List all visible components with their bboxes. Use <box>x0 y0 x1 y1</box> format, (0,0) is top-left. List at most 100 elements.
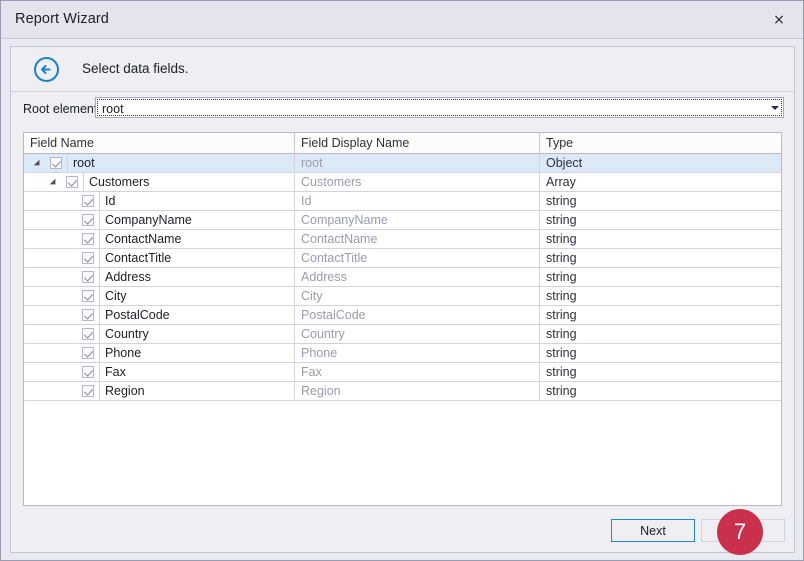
table-row[interactable]: Phone Phone string <box>24 344 781 363</box>
cell-field-type[interactable]: string <box>540 325 781 343</box>
grid-header-row: Field Name Field Display Name Type <box>24 133 781 154</box>
field-name-text: Country <box>105 327 149 341</box>
table-row[interactable]: CompanyName CompanyName string <box>24 211 781 230</box>
field-name-text: Fax <box>105 365 126 379</box>
report-wizard-dialog: Report Wizard × Select data fields. Root… <box>0 0 804 561</box>
close-icon[interactable]: × <box>761 5 797 35</box>
row-checkbox[interactable] <box>82 347 94 359</box>
field-name-text: City <box>105 289 127 303</box>
dialog-body: Select data fields. Root element: root F… <box>10 46 795 553</box>
column-header-type[interactable]: Type <box>540 133 781 153</box>
cell-field-type[interactable]: string <box>540 268 781 286</box>
root-element-combobox[interactable]: root <box>95 97 784 118</box>
table-row[interactable]: PostalCode PostalCode string <box>24 306 781 325</box>
cell-field-display-name[interactable]: root <box>295 154 539 172</box>
cell-field-display-name[interactable]: ContactTitle <box>295 249 539 267</box>
field-name-text: Region <box>105 384 145 398</box>
cell-field-type[interactable]: string <box>540 249 781 267</box>
field-name-text: root <box>73 156 95 170</box>
column-header-field-name[interactable]: Field Name <box>24 133 295 153</box>
row-checkbox[interactable] <box>82 385 94 397</box>
expander-triangle-icon[interactable] <box>33 159 43 169</box>
field-name-text: Address <box>105 270 151 284</box>
row-checkbox[interactable] <box>82 195 94 207</box>
table-row[interactable]: root root Object <box>24 154 781 173</box>
table-row[interactable]: ContactTitle ContactTitle string <box>24 249 781 268</box>
cell-field-type[interactable]: string <box>540 287 781 305</box>
cell-field-display-name[interactable]: CompanyName <box>295 211 539 229</box>
cell-field-display-name[interactable]: ContactName <box>295 230 539 248</box>
cell-field-display-name[interactable]: Address <box>295 268 539 286</box>
table-row[interactable]: Fax Fax string <box>24 363 781 382</box>
cell-field-display-name[interactable]: Country <box>295 325 539 343</box>
row-checkbox[interactable] <box>82 328 94 340</box>
cell-field-display-name[interactable]: PostalCode <box>295 306 539 324</box>
cell-field-type[interactable]: string <box>540 344 781 362</box>
root-element-row: Root element: root <box>11 93 794 127</box>
step-title: Select data fields. <box>82 61 189 76</box>
cell-field-type[interactable]: string <box>540 306 781 324</box>
window-title: Report Wizard <box>15 11 109 27</box>
row-checkbox[interactable] <box>82 214 94 226</box>
cell-field-type[interactable]: string <box>540 211 781 229</box>
table-row[interactable]: Id Id string <box>24 192 781 211</box>
column-separator[interactable] <box>294 133 295 153</box>
cell-field-name[interactable]: City <box>24 287 294 305</box>
table-row[interactable]: Country Country string <box>24 325 781 344</box>
row-checkbox[interactable] <box>82 309 94 321</box>
row-checkbox[interactable] <box>50 157 62 169</box>
chevron-down-icon[interactable] <box>771 106 779 110</box>
cell-field-name[interactable]: Customers <box>24 173 294 191</box>
field-name-text: CompanyName <box>105 213 192 227</box>
row-checkbox[interactable] <box>82 366 94 378</box>
table-row[interactable]: Address Address string <box>24 268 781 287</box>
cell-field-display-name[interactable]: City <box>295 287 539 305</box>
step-badge: 7 <box>717 509 763 555</box>
cell-field-display-name[interactable]: Customers <box>295 173 539 191</box>
cell-field-type[interactable]: string <box>540 363 781 381</box>
back-arrow-circle-icon[interactable] <box>33 56 60 83</box>
table-row[interactable]: ContactName ContactName string <box>24 230 781 249</box>
cell-field-name[interactable]: Address <box>24 268 294 286</box>
cell-field-name[interactable]: root <box>24 154 294 172</box>
table-row[interactable]: Customers Customers Array <box>24 173 781 192</box>
row-checkbox[interactable] <box>66 176 78 188</box>
field-name-text: Phone <box>105 346 142 360</box>
cell-field-display-name[interactable]: Id <box>295 192 539 210</box>
cell-field-type[interactable]: string <box>540 382 781 400</box>
cell-field-name[interactable]: Id <box>24 192 294 210</box>
root-element-label: Root element: <box>23 102 101 116</box>
expander-triangle-icon[interactable] <box>49 178 59 188</box>
title-bar: Report Wizard × <box>1 1 803 39</box>
step-header: Select data fields. <box>11 47 794 92</box>
cell-field-name[interactable]: Country <box>24 325 294 343</box>
cell-field-type[interactable]: string <box>540 230 781 248</box>
cell-field-display-name[interactable]: Fax <box>295 363 539 381</box>
cell-field-type[interactable]: Array <box>540 173 781 191</box>
field-name-text: Customers <box>89 175 150 189</box>
fields-grid: Field Name Field Display Name Type root roo… <box>23 132 782 506</box>
table-row[interactable]: Region Region string <box>24 382 781 401</box>
cell-field-name[interactable]: Region <box>24 382 294 400</box>
field-name-text: ContactName <box>105 232 182 246</box>
cell-field-type[interactable]: string <box>540 192 781 210</box>
cell-field-name[interactable]: Fax <box>24 363 294 381</box>
cell-field-name[interactable]: CompanyName <box>24 211 294 229</box>
cell-field-name[interactable]: ContactTitle <box>24 249 294 267</box>
field-name-container <box>99 363 294 381</box>
table-row[interactable]: City City string <box>24 287 781 306</box>
row-checkbox[interactable] <box>82 252 94 264</box>
next-button[interactable]: Next <box>611 519 695 542</box>
cell-field-name[interactable]: Phone <box>24 344 294 362</box>
column-header-field-display-name[interactable]: Field Display Name <box>295 133 540 153</box>
cell-field-name[interactable]: ContactName <box>24 230 294 248</box>
field-name-container <box>99 287 294 305</box>
cell-field-display-name[interactable]: Phone <box>295 344 539 362</box>
row-checkbox[interactable] <box>82 233 94 245</box>
row-checkbox[interactable] <box>82 290 94 302</box>
row-checkbox[interactable] <box>82 271 94 283</box>
cell-field-name[interactable]: PostalCode <box>24 306 294 324</box>
cell-field-type[interactable]: Object <box>540 154 781 172</box>
column-separator[interactable] <box>539 133 540 153</box>
cell-field-display-name[interactable]: Region <box>295 382 539 400</box>
